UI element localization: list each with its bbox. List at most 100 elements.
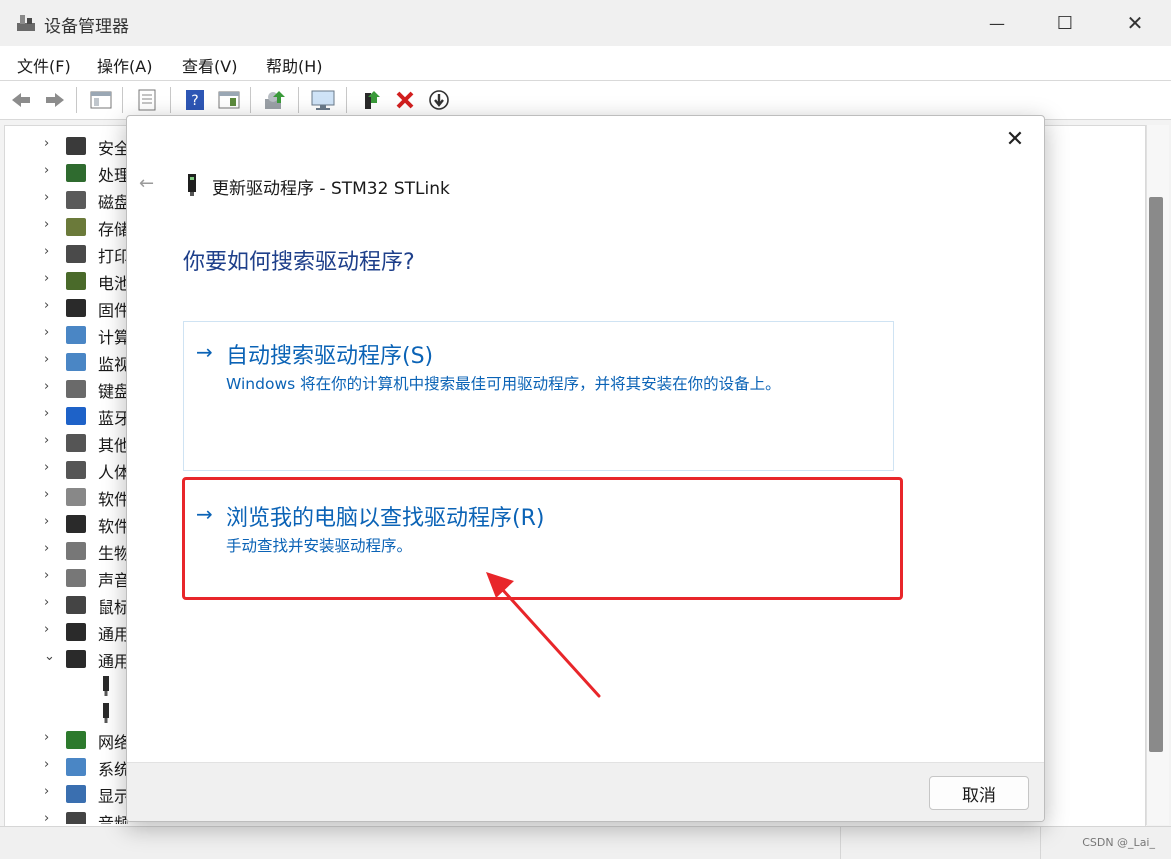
toolbar-separator (250, 87, 251, 113)
chevron-right-icon[interactable]: › (44, 163, 49, 178)
view-button[interactable] (216, 87, 242, 113)
toolbar-separator (76, 87, 77, 113)
back-icon (12, 93, 30, 107)
tree-item[interactable]: › 打印 (4, 241, 134, 268)
usb-device-icon[interactable] (102, 703, 110, 723)
tree-item[interactable]: › 键盘 (4, 376, 134, 403)
dialog-close-button[interactable]: ✕ (998, 124, 1032, 154)
scroll-thumb[interactable] (1149, 197, 1163, 752)
tree-item[interactable]: › 显示 (4, 781, 134, 808)
device-category-icon (66, 137, 86, 155)
dialog-footer (127, 762, 1044, 821)
chevron-right-icon[interactable]: › (44, 136, 49, 151)
chevron-down-icon[interactable]: ⌄ (44, 649, 55, 664)
chevron-right-icon[interactable]: › (44, 541, 49, 556)
menu-view[interactable]: 查看(V) (182, 53, 237, 77)
disable-button[interactable] (426, 87, 452, 113)
cancel-button[interactable]: 取消 (929, 776, 1029, 810)
uninstall-button[interactable] (392, 87, 418, 113)
properties-button[interactable] (134, 87, 160, 113)
chevron-right-icon[interactable]: › (44, 271, 49, 286)
device-category-icon (66, 245, 86, 263)
chevron-right-icon[interactable]: › (44, 460, 49, 475)
menu-action[interactable]: 操作(A) (97, 53, 152, 77)
chevron-right-icon[interactable]: › (44, 217, 49, 232)
tree-item[interactable]: › 软件 (4, 511, 134, 538)
auto-search-option[interactable]: → 自动搜索驱动程序(S) Windows 将在你的计算机中搜索最佳可用驱动程序… (183, 321, 894, 471)
chevron-right-icon[interactable]: › (44, 595, 49, 610)
tree-item[interactable]: › 电池 (4, 268, 134, 295)
chevron-right-icon[interactable]: › (44, 730, 49, 745)
tree-item[interactable]: › 人体 (4, 457, 134, 484)
tree-item[interactable]: › 磁盘 (4, 187, 134, 214)
tree-item[interactable]: › 固件 (4, 295, 134, 322)
dialog-back-button[interactable]: ← (139, 173, 154, 194)
tree-item[interactable]: › 生物 (4, 538, 134, 565)
chevron-right-icon[interactable]: › (44, 487, 49, 502)
chevron-right-icon[interactable]: › (44, 298, 49, 313)
tree-item[interactable]: ⌄ 通用 (4, 646, 134, 673)
tree-item-label: 软件 (98, 490, 128, 509)
usb-device-icon[interactable] (102, 676, 110, 696)
close-window-button[interactable]: ✕ (1100, 0, 1170, 46)
chevron-right-icon[interactable]: › (44, 406, 49, 421)
menu-bar: 文件(F) 操作(A) 查看(V) 帮助(H) (0, 46, 1171, 81)
status-bar (0, 826, 1171, 859)
chevron-right-icon[interactable]: › (44, 244, 49, 259)
tree-item[interactable]: › 蓝牙 (4, 403, 134, 430)
chevron-right-icon[interactable]: › (44, 784, 49, 799)
scan-hardware-button[interactable] (262, 87, 288, 113)
tree-item[interactable]: › 通用 (4, 619, 134, 646)
tree-item[interactable]: › 软件 (4, 484, 134, 511)
tree-item[interactable]: › 音频 (4, 808, 134, 824)
tree-item[interactable]: › 系统 (4, 754, 134, 781)
show-hide-tree-button[interactable] (88, 87, 114, 113)
close-icon: ✕ (1005, 126, 1025, 152)
chevron-right-icon[interactable]: › (44, 190, 49, 205)
tree-item[interactable]: › 监视 (4, 349, 134, 376)
enable-device-icon (365, 91, 380, 109)
chevron-right-icon[interactable]: › (44, 757, 49, 772)
device-category-icon (66, 785, 86, 803)
forward-button[interactable] (42, 87, 68, 113)
device-tree-rows: › 安全 › 处理 › 磁盘 › 存储 › 打印 › 电池 › 固件 › 计算 › 监视 › 键盘 › 蓝牙 › 其他 › 人体 ›… (4, 129, 134, 824)
help-button[interactable]: ? (182, 87, 208, 113)
chevron-right-icon[interactable]: › (44, 514, 49, 529)
scan-hardware-icon (265, 91, 285, 109)
forward-icon (46, 93, 64, 107)
chevron-right-icon[interactable]: › (44, 433, 49, 448)
tree-item[interactable]: › 存储 (4, 214, 134, 241)
tree-item-label: 磁盘 (98, 193, 128, 212)
tree-item-label: 其他 (98, 436, 128, 455)
menu-file[interactable]: 文件(F) (17, 53, 71, 77)
tree-item-label: 人体 (98, 463, 128, 482)
device-category-icon (66, 542, 86, 560)
device-category-icon (66, 434, 86, 452)
back-button[interactable] (8, 87, 34, 113)
device-category-icon (66, 326, 86, 344)
chevron-right-icon[interactable]: › (44, 325, 49, 340)
chevron-right-icon[interactable]: › (44, 622, 49, 637)
tree-item[interactable]: › 处理 (4, 160, 134, 187)
tree-item[interactable]: › 其他 (4, 430, 134, 457)
chevron-right-icon[interactable]: › (44, 568, 49, 583)
update-driver-button[interactable] (310, 87, 336, 113)
enable-device-button[interactable] (358, 87, 384, 113)
device-category-icon (66, 488, 86, 506)
device-category-icon (66, 353, 86, 371)
device-category-icon (66, 731, 86, 749)
chevron-right-icon[interactable]: › (44, 379, 49, 394)
chevron-right-icon[interactable]: › (44, 811, 49, 824)
device-category-icon (66, 299, 86, 317)
maximize-button[interactable]: ☐ (1030, 0, 1100, 46)
menu-help[interactable]: 帮助(H) (266, 53, 323, 77)
chevron-right-icon[interactable]: › (44, 352, 49, 367)
device-category-icon (66, 623, 86, 641)
minimize-button[interactable]: — (962, 0, 1032, 46)
tree-item[interactable]: › 网络 (4, 727, 134, 754)
tree-item[interactable]: › 计算 (4, 322, 134, 349)
arrow-right-icon: → (196, 340, 213, 364)
tree-item[interactable]: › 鼠标 (4, 592, 134, 619)
tree-item[interactable]: › 安全 (4, 133, 134, 160)
tree-item[interactable]: › 声音 (4, 565, 134, 592)
